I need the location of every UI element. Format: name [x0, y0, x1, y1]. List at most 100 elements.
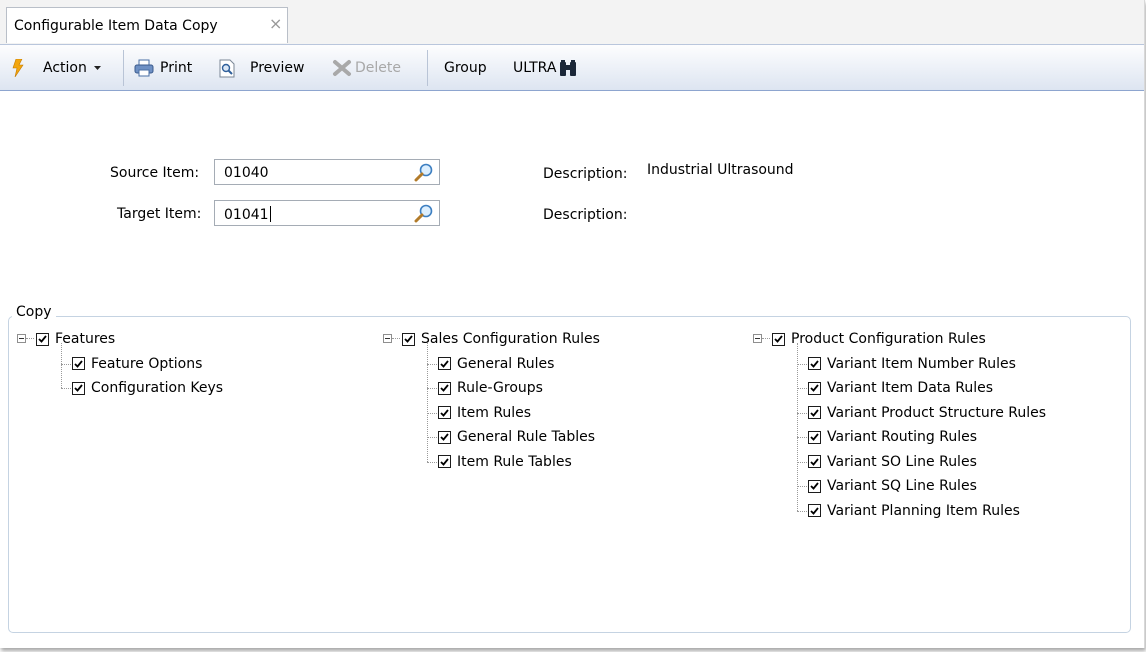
checkbox-checked[interactable] — [72, 357, 85, 370]
binoculars-icon — [560, 60, 577, 76]
tree-connector — [427, 363, 437, 365]
app-window: Configurable Item Data Copy × Action Pri… — [0, 0, 1145, 648]
chevron-down-icon — [93, 65, 101, 70]
ultra-label: ULTRA — [513, 60, 557, 76]
target-description-label: Description: — [543, 207, 628, 223]
action-menu-button[interactable]: Action — [12, 57, 101, 79]
tree-child-node[interactable]: Variant Product Structure Rules — [808, 403, 1046, 423]
tree-connector — [61, 363, 71, 365]
tree-node-label: Variant Routing Rules — [827, 429, 978, 445]
tree-child-node[interactable]: Variant Routing Rules — [808, 427, 977, 447]
delete-button[interactable]: Delete — [332, 57, 401, 79]
tree-child-node[interactable]: Variant Item Number Rules — [808, 354, 1016, 374]
tree-child-node[interactable]: Variant SO Line Rules — [808, 452, 977, 472]
checkbox-checked[interactable] — [808, 479, 821, 493]
tree-node-label: Variant Product Structure Rules — [827, 404, 1047, 421]
tree-connector — [427, 412, 437, 414]
checkbox-checked[interactable] — [808, 406, 821, 419]
print-label: Print — [160, 60, 193, 76]
checkbox-checked[interactable] — [438, 406, 451, 419]
tree-node-label: Variant Item Data Rules — [827, 380, 994, 396]
checkbox-checked[interactable] — [36, 332, 49, 346]
checkbox-checked[interactable] — [72, 381, 85, 395]
magnifier-icon[interactable] — [414, 203, 434, 223]
tree-child-node[interactable]: General Rules — [438, 354, 554, 374]
tree-node-label: Sales Configuration Rules — [421, 331, 600, 347]
tree-connector — [427, 343, 428, 462]
source-item-input[interactable]: 01040 — [214, 159, 440, 185]
source-description-value: Industrial Ultrasound — [647, 162, 794, 178]
checkbox-checked[interactable] — [808, 455, 821, 468]
tab-configurable-item-data-copy[interactable]: Configurable Item Data Copy × — [6, 7, 288, 43]
tree-connector — [797, 510, 807, 512]
checkbox-checked[interactable] — [402, 332, 415, 346]
tree-connector — [26, 338, 34, 339]
tree-connector — [427, 388, 437, 389]
group-label: Group — [444, 60, 487, 76]
preview-label: Preview — [250, 60, 305, 76]
printer-icon — [134, 59, 154, 77]
lightning-icon — [12, 59, 24, 77]
magnifier-icon[interactable] — [414, 162, 434, 182]
tree-node-label: General Rule Tables — [457, 429, 596, 445]
source-item-label: Source Item: — [110, 165, 200, 181]
target-item-input[interactable]: 01041 — [214, 200, 440, 226]
tab-strip: Configurable Item Data Copy × — [0, 0, 1144, 45]
tree-collapse-toggle[interactable] — [753, 334, 762, 343]
tree-child-node[interactable]: Variant Item Data Rules — [808, 378, 993, 398]
tree-child-node[interactable]: Feature Options — [72, 354, 202, 374]
tree-child-node[interactable]: General Rule Tables — [438, 427, 595, 447]
tree-root-node[interactable]: Product Configuration Rules — [772, 329, 986, 349]
tree-connector — [61, 388, 71, 389]
checkbox-checked[interactable] — [808, 357, 821, 370]
checkbox-checked[interactable] — [438, 357, 451, 370]
source-description-label: Description: — [543, 166, 628, 182]
tree-connector — [762, 338, 770, 339]
tree-node-label: Variant SO Line Rules — [827, 453, 977, 470]
tree-child-node[interactable]: Variant SQ Line Rules — [808, 476, 977, 496]
target-item-label: Target Item: — [117, 206, 202, 222]
checkbox-checked[interactable] — [808, 504, 821, 517]
tree-child-node[interactable]: Item Rule Tables — [438, 452, 572, 472]
tree-node-label: General Rules — [457, 355, 555, 372]
checkbox-checked[interactable] — [438, 381, 451, 395]
tree-connector — [797, 461, 807, 463]
tree-collapse-toggle[interactable] — [383, 334, 392, 343]
tree-connector — [797, 412, 807, 414]
tree-connector — [797, 363, 807, 365]
tree-root-node[interactable]: Features — [36, 329, 115, 349]
checkbox-checked[interactable] — [772, 332, 785, 346]
group-button[interactable]: Group — [444, 57, 487, 79]
toolbar-separator — [123, 50, 124, 86]
tree-node-label: Variant Planning Item Rules — [827, 502, 1020, 519]
checkbox-checked[interactable] — [808, 430, 821, 444]
tree-child-node[interactable]: Item Rules — [438, 403, 531, 423]
tree-node-label: Rule-Groups — [457, 380, 543, 396]
tree-node-label: Feature Options — [91, 355, 203, 372]
checkbox-checked[interactable] — [808, 381, 821, 395]
preview-button[interactable]: Preview — [218, 57, 305, 79]
copy-group-label: Copy — [12, 304, 56, 320]
tree-node-label: Variant Item Number Rules — [827, 355, 1016, 372]
tree-collapse-toggle[interactable] — [17, 334, 26, 343]
checkbox-checked[interactable] — [438, 430, 451, 444]
tree-root-node[interactable]: Sales Configuration Rules — [402, 329, 600, 349]
tree-child-node[interactable]: Variant Planning Item Rules — [808, 501, 1020, 521]
checkbox-checked[interactable] — [438, 455, 451, 468]
toolbar: Action Print Preview Delete Group ULTRA — [0, 45, 1144, 91]
tree-child-node[interactable]: Rule-Groups — [438, 378, 543, 398]
tree-node-label: Configuration Keys — [91, 380, 224, 396]
delete-label: Delete — [355, 60, 401, 76]
toolbar-separator — [427, 50, 428, 86]
tree-child-node[interactable]: Configuration Keys — [72, 378, 223, 398]
tree-connector — [797, 486, 807, 487]
close-icon[interactable]: × — [269, 16, 282, 32]
tree-connector — [427, 461, 437, 463]
print-button[interactable]: Print — [134, 57, 192, 79]
tree-connector — [392, 338, 400, 339]
tree-node-label: Features — [55, 331, 116, 347]
tree-connector — [61, 343, 62, 388]
tree-node-label: Variant SQ Line Rules — [827, 478, 977, 494]
ultra-button[interactable]: ULTRA — [513, 57, 577, 79]
tree-connector — [797, 437, 807, 438]
